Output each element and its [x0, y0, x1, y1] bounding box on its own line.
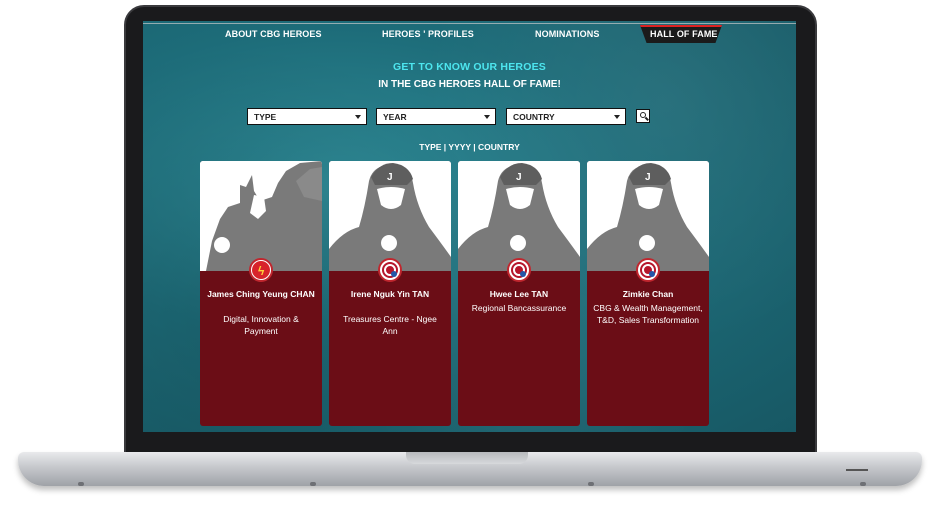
type-select[interactable]: TYPE: [247, 108, 367, 125]
flash-icon: ϟ: [249, 258, 273, 282]
type-select-value: TYPE: [254, 112, 277, 122]
search-button[interactable]: [636, 109, 650, 123]
chevron-down-icon: [614, 115, 620, 119]
laptop-screen: ABOUT CBG HEROES HEROES ' PROFILES NOMIN…: [143, 21, 796, 432]
svg-text:J: J: [516, 172, 522, 183]
laptop-notch: [406, 452, 528, 464]
nav-nominations[interactable]: NOMINATIONS: [535, 29, 599, 39]
top-nav: ABOUT CBG HEROES HEROES ' PROFILES NOMIN…: [143, 21, 796, 43]
hero-name: Zimkie Chan: [622, 289, 674, 299]
hero-department: Treasures Centre - Ngee Ann: [343, 314, 437, 336]
hero-silhouette: J: [329, 161, 451, 271]
nav-profiles[interactable]: HEROES ' PROFILES: [382, 29, 474, 39]
hero-name: James Ching Yeung CHAN: [207, 289, 315, 299]
hero-department: CBG & Wealth Management, T&D, Sales Tran…: [593, 303, 703, 325]
year-select-value: YEAR: [383, 112, 407, 122]
hero-name: Hwee Lee TAN: [489, 289, 549, 299]
svg-text:J: J: [387, 172, 393, 183]
nav-hall-of-fame[interactable]: HALL OF FAME: [650, 29, 718, 39]
shield-icon: [507, 258, 531, 282]
hero-card[interactable]: ϟ James Ching Yeung CHAN Digital, Innova…: [200, 161, 322, 426]
country-select-value: COUNTRY: [513, 112, 555, 122]
nav-divider: [143, 23, 796, 24]
shield-icon: [378, 258, 402, 282]
hero-department: Digital, Innovation & Payment: [223, 314, 299, 336]
page-heading: GET TO KNOW OUR HEROES: [393, 61, 546, 73]
hero-silhouette: [200, 161, 322, 271]
nav-about[interactable]: ABOUT CBG HEROES: [225, 29, 322, 39]
country-select[interactable]: COUNTRY: [506, 108, 626, 125]
page-subheading: IN THE CBG HEROES HALL OF FAME!: [378, 79, 561, 90]
hero-card[interactable]: J Hwee Lee TAN Regional Bancassurance: [458, 161, 580, 426]
hero-department: Regional Bancassurance: [471, 303, 567, 313]
shield-icon: [636, 258, 660, 282]
svg-text:J: J: [645, 172, 651, 183]
chevron-down-icon: [355, 115, 361, 119]
hero-silhouette: J: [587, 161, 709, 271]
hero-card[interactable]: J Irene Nguk Yin TAN Treasures Centre - …: [329, 161, 451, 426]
hero-name: Irene Nguk Yin TAN: [350, 289, 430, 299]
active-filter-summary: TYPE | YYYY | COUNTRY: [419, 142, 520, 152]
laptop-base: [18, 452, 922, 486]
hero-silhouette: J: [458, 161, 580, 271]
year-select[interactable]: YEAR: [376, 108, 496, 125]
laptop-mockup: ABOUT CBG HEROES HEROES ' PROFILES NOMIN…: [0, 0, 938, 506]
chevron-down-icon: [484, 115, 490, 119]
hero-card[interactable]: J Zimkie Chan CBG & Wealth Management, T…: [587, 161, 709, 426]
